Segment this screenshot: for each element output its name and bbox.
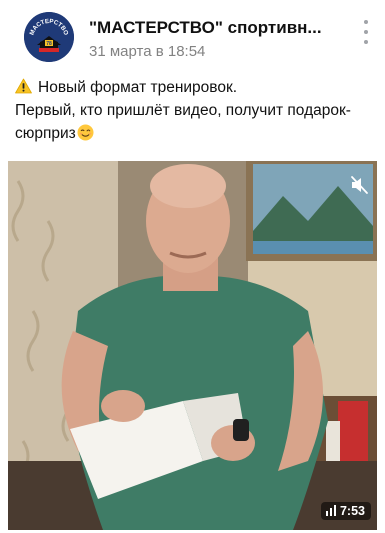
avatar-badge-text: 78 xyxy=(46,41,52,47)
wall-post: МАСТЕРСТВО 78 "МАСТЕРСТВО" спортивн... 3… xyxy=(0,0,385,533)
more-options-button[interactable] xyxy=(359,18,373,46)
community-name[interactable]: "МАСТЕРСТВО" спортивн... xyxy=(89,18,339,38)
winking-face-icon xyxy=(77,124,94,141)
more-icon xyxy=(364,20,368,24)
warning-icon xyxy=(15,78,32,94)
post-text: Новый формат тренировок. Первый, кто при… xyxy=(15,76,375,145)
video-duration-badge: 7:53 xyxy=(320,502,371,520)
video-frame xyxy=(8,161,377,530)
community-avatar[interactable]: МАСТЕРСТВО 78 xyxy=(24,12,74,62)
post-headline: Новый формат тренировок. xyxy=(38,79,238,96)
post-body: Первый, кто пришлёт видео, получит подар… xyxy=(15,102,351,142)
video-duration: 7:53 xyxy=(339,504,365,518)
video-player[interactable]: 7:53 xyxy=(8,161,377,530)
post-text-line-2: Первый, кто пришлёт видео, получит подар… xyxy=(15,99,375,145)
mute-icon[interactable] xyxy=(349,175,369,195)
signal-bars-icon xyxy=(325,505,336,516)
post-header: МАСТЕРСТВО 78 "МАСТЕРСТВО" спортивн... 3… xyxy=(0,0,385,68)
avatar-logo: МАСТЕРСТВО 78 xyxy=(24,12,74,62)
post-text-line-1: Новый формат тренировок. xyxy=(15,76,375,99)
post-date[interactable]: 31 марта в 18:54 xyxy=(89,43,205,60)
